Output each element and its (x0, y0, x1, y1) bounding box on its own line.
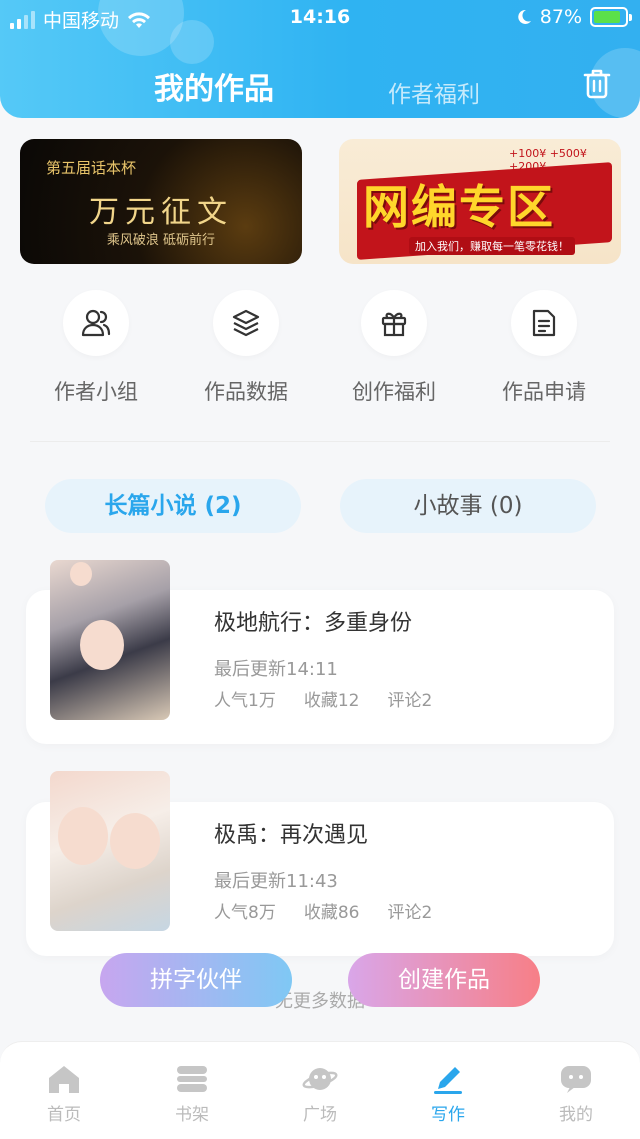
work-title: 极禹：再次遇见 (214, 823, 369, 848)
tab-label: 我的 (559, 1105, 593, 1125)
banner-tag: 加入我们，赚取每一笔零花钱！ (409, 237, 575, 255)
feature-label: 作品数据 (204, 380, 288, 404)
bottom-tab-bar: 首页 书架 广场 写作 我的 (0, 1041, 640, 1139)
tab-label: 首页 (47, 1105, 81, 1125)
banner-big-title: 万元征文 (89, 195, 233, 230)
work-stats: 人气8万 收藏86 评论2 (214, 898, 432, 923)
banner-essay-contest[interactable]: 第五届话本杯 万元征文 乘风破浪 砥砺前行 (20, 139, 302, 264)
banner-big-title: 网编专区 (363, 180, 555, 234)
chat-icon (557, 1062, 595, 1096)
battery-icon (590, 7, 632, 27)
work-cover-image[interactable] (50, 771, 170, 931)
partner-button[interactable]: 拼字伙伴 (100, 953, 292, 1007)
work-updated: 最后更新11:43 (214, 871, 338, 892)
home-icon (45, 1062, 83, 1096)
no-more-data: 无更多数据 (275, 991, 365, 1012)
tab-short-story[interactable]: 小故事 (0) (340, 479, 596, 533)
tab-long-novel[interactable]: 长篇小说 (2) (45, 479, 301, 533)
document-icon (511, 290, 577, 356)
feature-creation-welfare[interactable]: 创作福利 (314, 290, 474, 406)
bookshelf-icon (173, 1062, 211, 1096)
feature-author-group[interactable]: 作者小组 (16, 290, 176, 406)
tab-square[interactable]: 广场 (256, 1062, 384, 1125)
work-favorites: 收藏86 (303, 903, 360, 923)
feature-work-application[interactable]: 作品申请 (464, 290, 624, 406)
tab-my-works[interactable]: 我的作品 (154, 64, 274, 108)
work-popularity: 人气8万 (214, 903, 276, 923)
tab-label: 书架 (175, 1105, 209, 1125)
work-comments: 评论2 (387, 903, 433, 923)
feature-label: 作品申请 (502, 380, 586, 404)
tab-writing[interactable]: 写作 (384, 1062, 512, 1125)
work-cover-image[interactable] (50, 560, 170, 720)
group-icon (63, 290, 129, 356)
tab-author-welfare[interactable]: 作者福利 (388, 75, 480, 109)
work-stats: 人气1万 收藏12 评论2 (214, 686, 432, 711)
battery-percent: 87% (539, 6, 582, 28)
create-work-button[interactable]: 创建作品 (348, 953, 540, 1007)
work-favorites: 收藏12 (303, 691, 360, 711)
cover-figure (110, 813, 160, 869)
cover-figure (58, 807, 108, 865)
feature-grid: 作者小组 作品数据 创作福利 作品申请 (0, 290, 640, 410)
tab-home[interactable]: 首页 (0, 1062, 128, 1125)
banner-small-title: 第五届话本杯 (46, 159, 137, 177)
pen-icon (429, 1062, 467, 1096)
tab-bookshelf[interactable]: 书架 (128, 1062, 256, 1125)
banner-editor-zone[interactable]: +100¥ +500¥ +200¥ 网编专区 加入我们，赚取每一笔零花钱！ (339, 139, 621, 264)
cover-figure (70, 562, 92, 586)
divider (30, 441, 610, 442)
work-title: 极地航行：多重身份 (214, 611, 413, 636)
tab-mine[interactable]: 我的 (512, 1062, 640, 1125)
work-comments: 评论2 (387, 691, 433, 711)
tab-label: 写作 (431, 1105, 465, 1125)
banner-subtitle: 乘风破浪 砥砺前行 (106, 233, 216, 248)
cover-figure (80, 620, 124, 670)
moon-icon (518, 9, 531, 24)
planet-icon (301, 1062, 339, 1096)
feature-label: 作者小组 (54, 380, 138, 404)
trash-icon[interactable] (582, 68, 612, 100)
gift-icon (361, 290, 427, 356)
layers-icon (213, 290, 279, 356)
status-bar: 中国移动 14:16 87% (0, 0, 640, 36)
header: 中国移动 14:16 87% 我的作品 作者福利 (0, 0, 640, 118)
feature-work-data[interactable]: 作品数据 (166, 290, 326, 406)
banner-bonus: +100¥ +500¥ +200¥ (509, 147, 587, 173)
tab-label: 广场 (303, 1105, 337, 1125)
feature-label: 创作福利 (352, 380, 436, 404)
work-updated: 最后更新14:11 (214, 659, 338, 680)
work-popularity: 人气1万 (214, 691, 276, 711)
